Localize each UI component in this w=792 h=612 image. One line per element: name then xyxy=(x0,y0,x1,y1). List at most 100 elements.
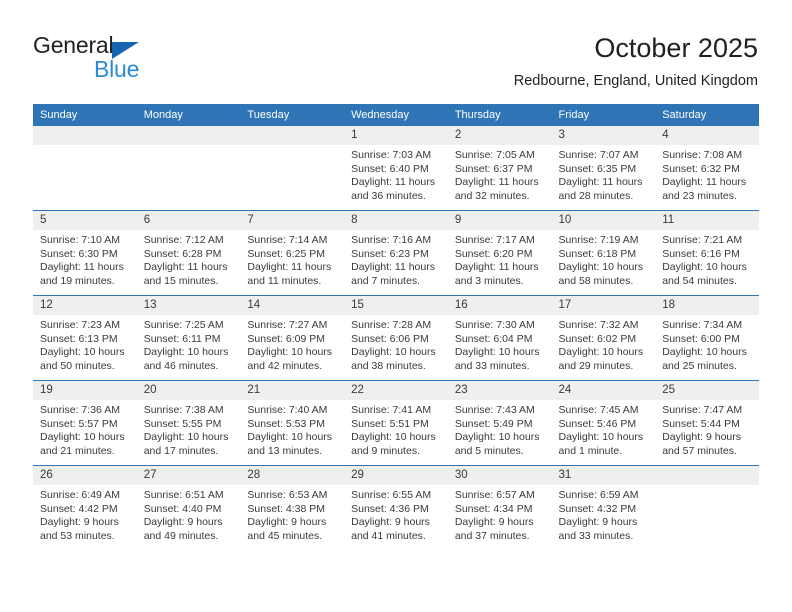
sunset-text: Sunset: 5:57 PM xyxy=(40,417,118,430)
sunrise-text: Sunrise: 7:32 AM xyxy=(558,319,639,331)
day-details: Sunrise: 7:27 AM Sunset: 6:09 PM Daylight:… xyxy=(240,315,344,373)
logo-text-blue: Blue xyxy=(94,56,140,82)
calendar-day-cell[interactable]: 24 Sunrise: 7:45 AM Sunset: 5:46 PM Dayligh… xyxy=(551,380,656,466)
calendar-week-row: 19 Sunrise: 7:36 AM Sunset: 5:57 PM Dayligh… xyxy=(33,380,759,466)
calendar-week-row: 12 Sunrise: 7:23 AM Sunset: 6:13 PM Dayligh… xyxy=(33,295,759,381)
calendar-day-cell[interactable]: 7 Sunrise: 7:14 AM Sunset: 6:25 PM Daylight… xyxy=(240,210,345,296)
sunset-text: Sunset: 6:25 PM xyxy=(247,247,326,260)
calendar-day-cell[interactable]: 10 Sunrise: 7:19 AM Sunset: 6:18 PM Dayligh… xyxy=(551,210,656,296)
daylight-text-line1: Daylight: 10 hours xyxy=(247,346,333,359)
daylight-text-line2: and 7 minutes. xyxy=(351,274,420,287)
calendar-day-cell[interactable]: 1 Sunrise: 7:03 AM Sunset: 6:40 PM Daylight… xyxy=(344,126,448,211)
calendar-day-cell[interactable]: 14 Sunrise: 7:27 AM Sunset: 6:09 PM Dayligh… xyxy=(240,295,345,381)
calendar-day-cell-empty xyxy=(33,126,137,211)
calendar-day-cell[interactable]: 16 Sunrise: 7:30 AM Sunset: 6:04 PM Dayligh… xyxy=(447,295,552,381)
calendar-day-cell[interactable]: 5 Sunrise: 7:10 AM Sunset: 6:30 PM Daylight… xyxy=(33,210,137,296)
general-blue-logo[interactable]: General Blue xyxy=(33,32,213,88)
daylight-text-line1: Daylight: 10 hours xyxy=(40,346,125,359)
day-number: 27 xyxy=(136,466,241,485)
daylight-text-line1: Daylight: 10 hours xyxy=(351,431,436,444)
daylight-text-line2: and 33 minutes. xyxy=(454,359,530,372)
day-details: Sunrise: 7:16 AM Sunset: 6:23 PM Daylight:… xyxy=(344,230,448,288)
daylight-text-line2: and 45 minutes. xyxy=(247,529,323,542)
sunrise-text: Sunrise: 7:03 AM xyxy=(351,149,432,161)
calendar-day-cell[interactable]: 27 Sunrise: 6:51 AM Sunset: 4:40 PM Dayligh… xyxy=(136,465,241,550)
day-number: 15 xyxy=(344,296,448,315)
sunset-text: Sunset: 4:38 PM xyxy=(247,502,326,515)
day-details: Sunrise: 7:17 AM Sunset: 6:20 PM Daylight:… xyxy=(448,230,552,288)
calendar-day-cell[interactable]: 26 Sunrise: 6:49 AM Sunset: 4:42 PM Dayligh… xyxy=(33,465,137,550)
calendar-day-cell[interactable]: 9 Sunrise: 7:17 AM Sunset: 6:20 PM Daylight… xyxy=(447,210,552,296)
day-number: 29 xyxy=(344,466,448,485)
day-number xyxy=(136,126,241,145)
calendar-day-cell[interactable]: 2 Sunrise: 7:05 AM Sunset: 6:37 PM Daylight… xyxy=(447,126,552,211)
calendar-day-cell[interactable]: 25 Sunrise: 7:47 AM Sunset: 5:44 PM Dayligh… xyxy=(655,380,759,466)
calendar-day-cell[interactable]: 28 Sunrise: 6:53 AM Sunset: 4:38 PM Dayligh… xyxy=(240,465,345,550)
sunrise-text: Sunrise: 6:59 AM xyxy=(558,489,639,501)
day-number: 30 xyxy=(447,466,552,485)
daylight-text-line1: Daylight: 10 hours xyxy=(247,431,333,444)
sunrise-text: Sunrise: 7:21 AM xyxy=(662,234,743,246)
day-number: 6 xyxy=(136,211,241,230)
day-details xyxy=(240,145,344,149)
weekday-header-monday: Monday xyxy=(136,104,241,126)
calendar-day-cell[interactable]: 11 Sunrise: 7:21 AM Sunset: 6:16 PM Dayligh… xyxy=(655,210,759,296)
calendar-day-cell[interactable]: 22 Sunrise: 7:41 AM Sunset: 5:51 PM Dayligh… xyxy=(344,380,448,466)
calendar-day-cell[interactable]: 18 Sunrise: 7:34 AM Sunset: 6:00 PM Dayligh… xyxy=(655,295,759,381)
calendar-day-cell-empty xyxy=(240,126,345,211)
sunrise-text: Sunrise: 7:14 AM xyxy=(247,234,328,246)
calendar-day-cell[interactable]: 20 Sunrise: 7:38 AM Sunset: 5:55 PM Dayligh… xyxy=(136,380,241,466)
daylight-text-line2: and 32 minutes. xyxy=(454,189,530,202)
calendar-day-cell[interactable]: 29 Sunrise: 6:55 AM Sunset: 4:36 PM Dayligh… xyxy=(344,465,448,550)
calendar-day-cell[interactable]: 12 Sunrise: 7:23 AM Sunset: 6:13 PM Dayligh… xyxy=(33,295,137,381)
sunrise-text: Sunrise: 7:40 AM xyxy=(247,404,328,416)
day-details: Sunrise: 6:53 AM Sunset: 4:38 PM Daylight:… xyxy=(240,485,344,543)
daylight-text-line1: Daylight: 11 hours xyxy=(143,261,228,274)
weekday-header-sunday: Sunday xyxy=(33,104,137,126)
daylight-text-line1: Daylight: 11 hours xyxy=(454,261,539,274)
day-details: Sunrise: 7:03 AM Sunset: 6:40 PM Daylight:… xyxy=(344,145,448,203)
calendar-day-cell[interactable]: 13 Sunrise: 7:25 AM Sunset: 6:11 PM Dayligh… xyxy=(136,295,241,381)
calendar-day-cell[interactable]: 4 Sunrise: 7:08 AM Sunset: 6:32 PM Daylight… xyxy=(655,126,759,211)
calendar-day-cell[interactable]: 30 Sunrise: 6:57 AM Sunset: 4:34 PM Dayligh… xyxy=(447,465,552,550)
sunrise-text: Sunrise: 7:43 AM xyxy=(454,404,535,416)
day-details: Sunrise: 7:36 AM Sunset: 5:57 PM Daylight:… xyxy=(33,400,137,458)
sunrise-sunset-calendar-table: Sunday Monday Tuesday Wednesday Thursday… xyxy=(33,104,759,550)
sunrise-text: Sunrise: 6:57 AM xyxy=(454,489,535,501)
calendar-day-cell[interactable]: 6 Sunrise: 7:12 AM Sunset: 6:28 PM Daylight… xyxy=(136,210,241,296)
daylight-text-line1: Daylight: 11 hours xyxy=(662,176,747,189)
daylight-text-line1: Daylight: 9 hours xyxy=(247,516,327,529)
sunrise-text: Sunrise: 6:51 AM xyxy=(143,489,224,501)
calendar-week-row: 1 Sunrise: 7:03 AM Sunset: 6:40 PM Daylight… xyxy=(33,126,759,211)
calendar-header-row: Sunday Monday Tuesday Wednesday Thursday… xyxy=(33,104,759,126)
calendar-day-cell[interactable]: 23 Sunrise: 7:43 AM Sunset: 5:49 PM Dayligh… xyxy=(447,380,552,466)
day-number: 28 xyxy=(240,466,345,485)
sunrise-text: Sunrise: 7:36 AM xyxy=(40,404,120,416)
daylight-text-line2: and 5 minutes. xyxy=(454,444,524,457)
calendar-day-cell[interactable]: 17 Sunrise: 7:32 AM Sunset: 6:02 PM Dayligh… xyxy=(551,295,656,381)
sunset-text: Sunset: 6:18 PM xyxy=(558,247,637,260)
sunset-text: Sunset: 6:04 PM xyxy=(454,332,533,345)
daylight-text-line1: Daylight: 9 hours xyxy=(40,516,119,529)
sunset-text: Sunset: 6:16 PM xyxy=(662,247,740,260)
calendar-day-cell[interactable]: 15 Sunrise: 7:28 AM Sunset: 6:06 PM Dayligh… xyxy=(344,295,448,381)
calendar-day-cell[interactable]: 19 Sunrise: 7:36 AM Sunset: 5:57 PM Dayligh… xyxy=(33,380,137,466)
sunset-text: Sunset: 6:06 PM xyxy=(351,332,429,345)
sunset-text: Sunset: 5:53 PM xyxy=(247,417,326,430)
calendar-day-cell[interactable]: 8 Sunrise: 7:16 AM Sunset: 6:23 PM Daylight… xyxy=(344,210,448,296)
daylight-text-line1: Daylight: 10 hours xyxy=(662,261,747,274)
calendar-day-cell[interactable]: 31 Sunrise: 6:59 AM Sunset: 4:32 PM Dayligh… xyxy=(551,465,656,550)
day-number: 25 xyxy=(655,381,759,400)
calendar-day-cell[interactable]: 3 Sunrise: 7:07 AM Sunset: 6:35 PM Daylight… xyxy=(551,126,656,211)
calendar-day-cell[interactable]: 21 Sunrise: 7:40 AM Sunset: 5:53 PM Dayligh… xyxy=(240,380,345,466)
day-number: 23 xyxy=(447,381,552,400)
daylight-text-line1: Daylight: 10 hours xyxy=(351,346,436,359)
daylight-text-line2: and 49 minutes. xyxy=(143,529,219,542)
sunrise-text: Sunrise: 6:49 AM xyxy=(40,489,120,501)
sunset-text: Sunset: 6:23 PM xyxy=(351,247,429,260)
sunset-text: Sunset: 5:55 PM xyxy=(143,417,222,430)
day-details xyxy=(137,145,241,149)
weekday-header-saturday: Saturday xyxy=(655,104,759,126)
day-number xyxy=(33,126,137,145)
sunset-text: Sunset: 6:30 PM xyxy=(40,247,118,260)
